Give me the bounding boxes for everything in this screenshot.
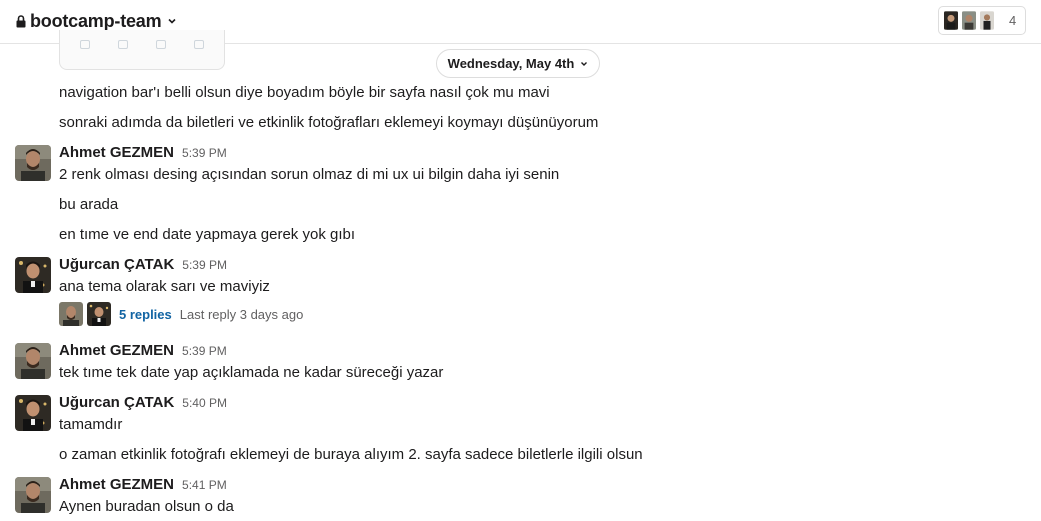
avatar[interactable] [15, 343, 51, 379]
last-reply-text: Last reply 3 days ago [179, 306, 304, 322]
avatar [961, 10, 977, 31]
message-text: sonraki adımda da biletleri ve etkinlik … [59, 114, 599, 131]
message-header: Ahmet GEZMEN 5:39 PM [59, 144, 227, 161]
date-label: Wednesday, May 4th [447, 56, 575, 71]
heart-icon[interactable] [156, 40, 166, 49]
avatar [59, 302, 83, 326]
avatar [943, 10, 959, 31]
message-text: Aynen buradan olsun o da [59, 498, 234, 515]
chevron-down-icon [581, 61, 588, 66]
thread-replies-link[interactable]: 5 replies [119, 307, 172, 322]
attachment-preview[interactable] [59, 30, 225, 70]
timestamp[interactable]: 5:39 PM [182, 344, 227, 358]
sender-name[interactable]: Uğurcan ÇATAK [59, 256, 174, 273]
message-header: Uğurcan ÇATAK 5:39 PM [59, 256, 227, 273]
message-header: Uğurcan ÇATAK 5:40 PM [59, 394, 227, 411]
timestamp[interactable]: 5:39 PM [182, 146, 227, 160]
message-header: Ahmet GEZMEN 5:41 PM [59, 476, 227, 493]
message-text: en tıme ve end date yapmaya gerek yok gı… [59, 226, 356, 243]
message-text: 2 renk olması desing açısından sorun olm… [59, 166, 560, 183]
chevron-down-icon [168, 18, 176, 24]
sender-name[interactable]: Ahmet GEZMEN [59, 342, 174, 359]
channel-title: bootcamp-team [30, 10, 162, 31]
sender-name[interactable]: Ahmet GEZMEN [59, 476, 174, 493]
bookmark-icon[interactable] [80, 40, 90, 49]
message-text: bu arada [59, 196, 119, 213]
avatar[interactable] [15, 257, 51, 293]
avatar [87, 302, 111, 326]
message-header: Ahmet GEZMEN 5:39 PM [59, 342, 227, 359]
user-icon[interactable] [194, 40, 204, 49]
avatar [979, 10, 995, 31]
sender-name[interactable]: Uğurcan ÇATAK [59, 394, 174, 411]
timestamp[interactable]: 5:40 PM [182, 396, 227, 410]
message-text: tamamdır [59, 416, 123, 433]
message-text: ana tema olarak sarı ve maviyiz [59, 278, 270, 295]
grid-icon[interactable] [118, 40, 128, 49]
date-divider-button[interactable]: Wednesday, May 4th [436, 49, 600, 78]
message-text: navigation bar'ı belli olsun diye boyadı… [59, 84, 550, 101]
timestamp[interactable]: 5:39 PM [182, 258, 227, 272]
thread-replies-bar[interactable]: 5 replies Last reply 3 days ago [59, 302, 303, 326]
sender-name[interactable]: Ahmet GEZMEN [59, 144, 174, 161]
message-text: tek tıme tek date yap açıklamada ne kada… [59, 364, 444, 381]
timestamp[interactable]: 5:41 PM [182, 478, 227, 492]
channel-name-button[interactable]: bootcamp-team [16, 10, 177, 32]
lock-icon [16, 14, 26, 27]
avatar[interactable] [15, 145, 51, 181]
members-button[interactable]: 4 [938, 6, 1026, 35]
avatar[interactable] [15, 477, 51, 513]
member-count: 4 [1009, 13, 1017, 28]
message-text: o zaman etkinlik fotoğrafı eklemeyi de b… [59, 446, 643, 463]
avatar[interactable] [15, 395, 51, 431]
